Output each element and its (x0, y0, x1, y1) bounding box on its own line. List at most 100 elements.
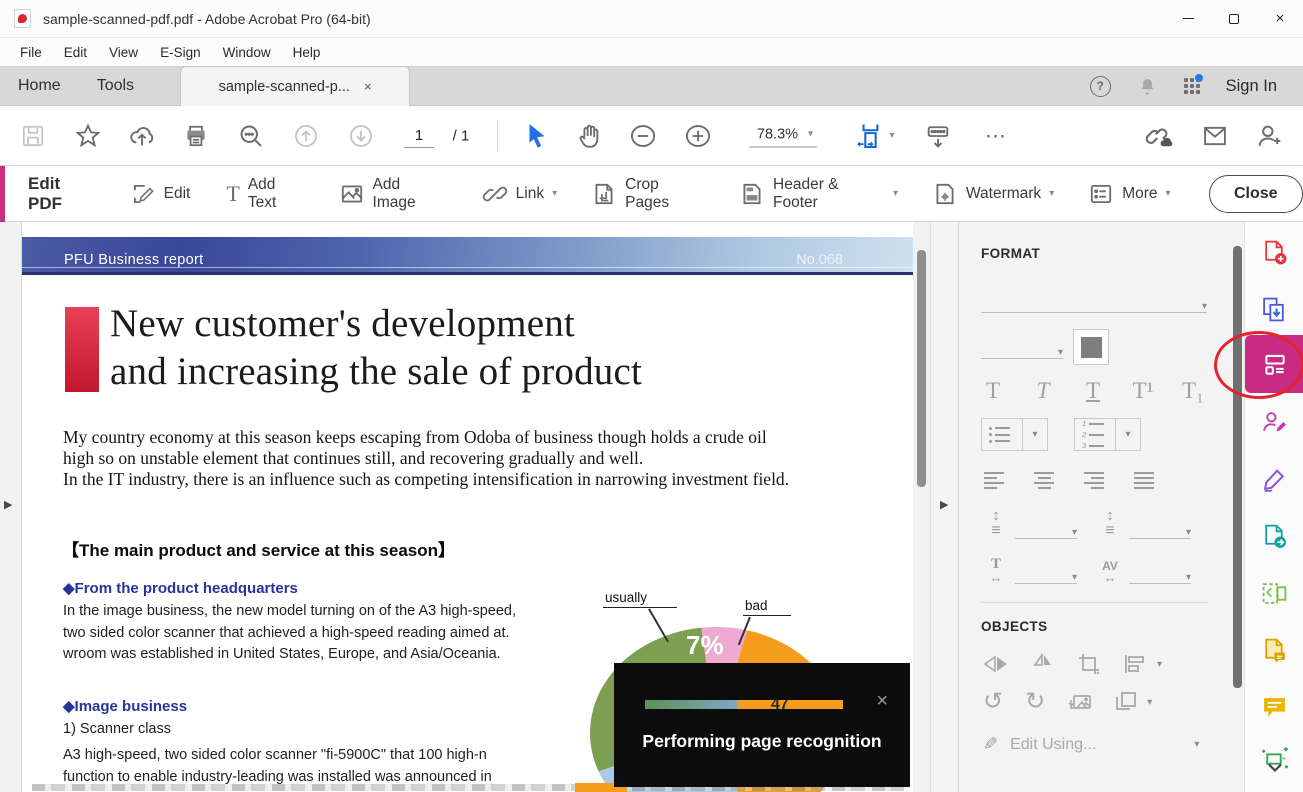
crop-pages-button[interactable]: Crop Pages (591, 176, 705, 212)
export-pdf-icon[interactable] (1245, 508, 1303, 564)
zoom-out-icon[interactable] (628, 122, 658, 150)
save-icon[interactable] (20, 123, 46, 149)
toast-close-icon[interactable]: × (876, 691, 888, 711)
close-edit-pdf-button[interactable]: Close (1209, 175, 1303, 213)
menu-window[interactable]: Window (212, 45, 282, 60)
paragraph-spacing-dropdown[interactable]: ▾ (1129, 517, 1191, 539)
bullet-list-button[interactable]: ▾ (981, 418, 1048, 451)
notifications-bell-icon[interactable] (1137, 75, 1158, 97)
add-text-button[interactable]: T Add Text (226, 176, 306, 212)
expand-left-panel-icon[interactable]: ▶ (4, 498, 12, 511)
font-size-dropdown[interactable]: ▾ (981, 335, 1063, 359)
tab-close-icon[interactable]: × (364, 79, 372, 94)
email-icon[interactable] (1201, 122, 1229, 150)
subscript-icon[interactable]: T₁ (1181, 379, 1205, 402)
fill-sign-icon[interactable] (1245, 451, 1303, 507)
tab-tools[interactable]: Tools (79, 77, 152, 95)
cloud-upload-icon[interactable] (128, 122, 156, 150)
crop-object-icon[interactable] (1077, 652, 1101, 676)
document-page[interactable]: PFU Business report No.068 New customer'… (22, 228, 913, 792)
document-intro: My country economy at this season keeps … (63, 427, 789, 490)
add-user-icon[interactable] (1255, 122, 1283, 150)
bold-icon[interactable]: T (981, 379, 1005, 402)
menu-help[interactable]: Help (282, 45, 332, 60)
menu-view[interactable]: View (98, 45, 149, 60)
link-button[interactable]: Link ▾ (482, 181, 557, 207)
arrange-objects-icon[interactable] (1115, 691, 1137, 713)
collapse-panel-icon[interactable]: ▶ (940, 498, 948, 511)
edit-using-dropdown[interactable]: ✎ Edit Using... ▾ (983, 734, 1244, 755)
bullet-list-caret-icon[interactable]: ▾ (1022, 419, 1047, 450)
next-page-icon[interactable] (347, 122, 375, 150)
superscript-icon[interactable]: T¹ (1131, 379, 1155, 402)
combine-files-icon[interactable] (1245, 281, 1303, 337)
arrange-objects-caret-icon[interactable]: ▾ (1147, 697, 1152, 708)
menu-edit[interactable]: Edit (53, 45, 98, 60)
page-number-input[interactable] (404, 124, 434, 148)
character-spacing-dropdown[interactable]: ▾ (1129, 562, 1191, 584)
document-scrollbar[interactable] (913, 222, 930, 792)
organize-pages-icon[interactable] (1245, 565, 1303, 621)
sign-in-button[interactable]: Sign In (1226, 77, 1277, 96)
edit-button[interactable]: Edit (130, 181, 191, 207)
left-panel-strip: ▶ (0, 222, 22, 792)
close-window-button[interactable]: × (1257, 0, 1303, 38)
watermark-button[interactable]: Watermark ▾ (932, 181, 1054, 207)
paragraph-spacing-caret-icon: ▾ (1186, 527, 1191, 538)
align-left-icon[interactable] (983, 471, 1007, 490)
document-comment-icon[interactable] (1245, 622, 1303, 678)
italic-icon[interactable]: T (1031, 379, 1055, 402)
more-button[interactable]: More ▾ (1088, 181, 1170, 207)
underline-icon[interactable]: T (1081, 379, 1105, 402)
previous-page-icon[interactable] (292, 122, 320, 150)
menu-esign[interactable]: E-Sign (149, 45, 212, 60)
font-family-dropdown[interactable]: ▾ (981, 289, 1207, 313)
hand-tool-icon[interactable] (576, 122, 604, 150)
align-objects-icon[interactable] (1123, 653, 1147, 675)
align-center-icon[interactable] (1033, 471, 1057, 490)
align-justify-icon[interactable] (1133, 471, 1157, 490)
zoom-level-dropdown[interactable]: 78.3%▾ (749, 124, 817, 147)
fit-width-icon[interactable]: ▾ (855, 121, 894, 151)
font-color-swatch[interactable] (1073, 329, 1109, 365)
align-right-icon[interactable] (1083, 471, 1107, 490)
read-aloud-icon[interactable] (924, 122, 952, 150)
create-pdf-icon[interactable] (1245, 224, 1303, 280)
horizontal-scale-dropdown[interactable]: ▾ (1015, 562, 1077, 584)
maximize-button[interactable] (1211, 0, 1257, 38)
replace-image-icon[interactable] (1067, 690, 1093, 714)
document-title: New customer's development and increasin… (110, 300, 642, 396)
tab-home[interactable]: Home (0, 77, 79, 95)
header-footer-button[interactable]: Header & Footer ▾ (739, 176, 898, 212)
edit-using-label: Edit Using... (1010, 736, 1096, 754)
comment-icon[interactable] (1245, 679, 1303, 735)
measure-ai-icon[interactable] (1245, 730, 1303, 786)
print-icon[interactable] (183, 123, 209, 149)
numbered-list-button[interactable]: 1 2 3 ▾ (1074, 418, 1141, 451)
menu-file[interactable]: File (9, 45, 53, 60)
search-icon[interactable] (237, 122, 265, 150)
help-icon[interactable]: ? (1090, 76, 1111, 97)
flip-vertical-icon[interactable] (1031, 653, 1055, 675)
star-favorite-icon[interactable] (74, 122, 102, 150)
rail-expand-chevron-icon[interactable] (1245, 762, 1303, 774)
pdf-file-icon (14, 9, 31, 28)
edit-pdf-tool-selected[interactable] (1245, 335, 1303, 393)
document-scrollbar-thumb[interactable] (917, 250, 926, 487)
select-tool-icon[interactable] (523, 122, 549, 150)
rotate-ccw-icon[interactable]: ↺ (983, 690, 1003, 714)
tab-document[interactable]: sample-scanned-p... × (180, 66, 410, 106)
minimize-button[interactable] (1165, 0, 1211, 38)
numbered-list-caret-icon[interactable]: ▾ (1115, 419, 1140, 450)
more-tools-icon[interactable]: ⋯ (985, 123, 1007, 148)
align-objects-caret-icon[interactable]: ▾ (1157, 659, 1162, 670)
zoom-in-icon[interactable] (683, 122, 713, 150)
panel-scrollbar-thumb[interactable] (1233, 246, 1242, 688)
share-link-icon[interactable] (1145, 121, 1175, 151)
flip-horizontal-icon[interactable] (983, 653, 1009, 675)
add-image-button[interactable]: Add Image (339, 176, 446, 212)
request-esign-icon[interactable] (1245, 394, 1303, 450)
rotate-cw-icon[interactable]: ↻ (1025, 690, 1045, 714)
apps-grid-icon[interactable] (1184, 78, 1200, 94)
line-spacing-dropdown[interactable]: ▾ (1015, 517, 1077, 539)
